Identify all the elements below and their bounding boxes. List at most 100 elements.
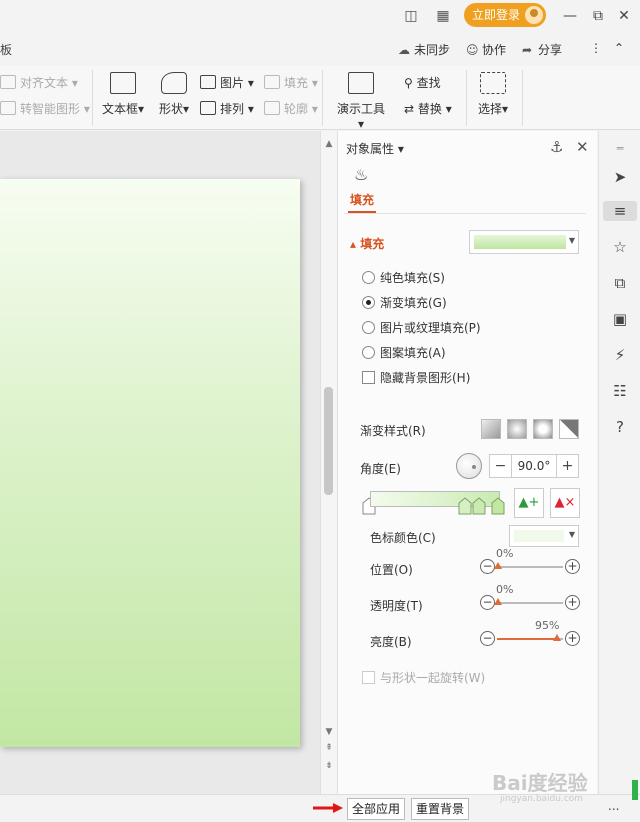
more-vertical-icon[interactable]: ⋮ (590, 41, 602, 55)
position-increase-icon[interactable]: + (565, 559, 580, 574)
apply-all-button[interactable]: 全部应用 (347, 798, 406, 820)
scroll-down-arrow-icon[interactable]: ▼ (323, 727, 335, 737)
vertical-scrollbar[interactable]: ▲ ▼ ⇞ ⇟ (320, 131, 336, 794)
transition-icon[interactable]: ⧉ (610, 273, 630, 293)
select-button[interactable]: 选择▾ (474, 72, 512, 117)
avatar-icon (525, 6, 543, 24)
fill-bucket-icon[interactable]: ♨ (354, 165, 374, 185)
more-icon[interactable]: ... (608, 799, 619, 813)
menu-tab-fragment[interactable]: 板 (0, 41, 12, 58)
panel-title[interactable]: 对象属性 ▾ (346, 140, 404, 157)
lightning-icon[interactable]: ⚡ (610, 345, 630, 365)
shape-button[interactable]: 形状▾ (156, 72, 192, 117)
gradient-style-radial[interactable] (507, 419, 527, 439)
pattern-fill-option[interactable]: 图案填充(A) (362, 344, 446, 361)
angle-value[interactable]: 90.0° (512, 455, 556, 477)
gradient-fill-option[interactable]: 渐变填充(G) (362, 294, 447, 311)
shape-icon (161, 72, 187, 94)
increase-angle-button[interactable]: + (556, 455, 578, 477)
collab-button[interactable]: ☺ 协作 (466, 41, 506, 58)
ribbon: 对齐文本 ▾ 转智能图形 ▾ 文本框▾ 形状▾ 图片 ▾ 排列 ▾ 填充 ▾ 轮… (0, 66, 640, 131)
scrollbar-thumb[interactable] (324, 387, 333, 495)
fill-color-dropdown[interactable]: ▼ (469, 230, 579, 254)
star-animation-icon[interactable]: ☆ (610, 237, 630, 257)
stop-color-dropdown[interactable]: ▼ (509, 525, 579, 547)
menu-row: 板 ☁ 未同步 ☺ 协作 ➦ 分享 ⋮ ⌃ (0, 32, 640, 66)
red-arrow-icon (313, 803, 343, 813)
fill-bucket-icon (264, 75, 280, 89)
slide-page[interactable] (0, 179, 300, 747)
sync-status[interactable]: ☁ 未同步 (398, 41, 450, 58)
tab-fill[interactable]: 填充 (350, 191, 374, 208)
pin-icon[interactable]: ⚓ (550, 138, 563, 156)
sidebar-collapse-icon[interactable]: ═ (610, 139, 630, 159)
rocket-icon[interactable]: ➤ (610, 167, 630, 187)
scroll-up-arrow-icon[interactable]: ▲ (323, 139, 335, 149)
transparency-slider[interactable]: − 0% + (480, 583, 580, 613)
panel-close-icon[interactable]: ✕ (576, 138, 589, 156)
gradient-stop-1[interactable] (458, 497, 472, 515)
close-icon[interactable]: ✕ (614, 6, 634, 26)
minimize-icon[interactable]: — (560, 6, 580, 26)
angle-label: 角度(E) (360, 462, 401, 476)
find-button[interactable]: ⚲ 查找 (404, 74, 441, 91)
picture-fill-option[interactable]: 图片或纹理填充(P) (362, 319, 481, 336)
hide-background-checkbox[interactable] (362, 371, 375, 384)
add-stop-icon[interactable]: ▲+ (514, 488, 544, 518)
restore-icon[interactable]: ⧉ (588, 6, 608, 26)
replace-button[interactable]: ⇄ 替换 ▾ (404, 100, 452, 117)
properties-icon[interactable]: ≡ (603, 201, 637, 221)
smart-shape-button[interactable]: 转智能图形 ▾ (0, 100, 90, 117)
next-page-icon[interactable]: ⇟ (323, 761, 335, 771)
arrange-button[interactable]: 排列 ▾ (200, 100, 254, 117)
reset-background-button[interactable]: 重置背景 (411, 798, 470, 820)
select-icon (480, 72, 506, 94)
remove-stop-icon[interactable]: ▲× (550, 488, 580, 518)
share-button[interactable]: ➦ 分享 (522, 41, 562, 58)
transparency-increase-icon[interactable]: + (565, 595, 580, 610)
hide-background-option[interactable]: 隐藏背景图形(H) (362, 369, 470, 386)
brightness-slider[interactable]: − 95% + (480, 619, 580, 649)
textbox-button[interactable]: 文本框▾ (100, 72, 146, 117)
align-text-button[interactable]: 对齐文本 ▾ (0, 74, 78, 91)
help-icon[interactable]: ? (610, 417, 630, 437)
picture-fill-radio[interactable] (362, 321, 375, 334)
present-tool-icon (348, 72, 374, 94)
prev-page-icon[interactable]: ⇞ (323, 743, 335, 753)
login-button[interactable]: 立即登录 (464, 3, 546, 27)
apps-grid-icon[interactable]: ▦ (432, 7, 454, 25)
brightness-increase-icon[interactable]: + (565, 631, 580, 646)
gradient-stop-2[interactable] (472, 497, 486, 515)
decrease-angle-button[interactable]: − (490, 455, 512, 477)
image-tool-icon[interactable]: ▣ (610, 309, 630, 329)
solid-fill-radio[interactable] (362, 271, 375, 284)
angle-stepper[interactable]: − 90.0° + (489, 454, 579, 478)
gradient-stop-right[interactable] (491, 497, 505, 515)
transparency-decrease-icon[interactable]: − (480, 595, 495, 610)
book-icon[interactable]: ☷ (610, 381, 630, 401)
ribbon-separator (522, 70, 523, 126)
gradient-style-rectangle[interactable] (533, 419, 553, 439)
gradient-fill-radio[interactable] (362, 296, 375, 309)
outline-button[interactable]: 轮廓 ▾ (264, 100, 318, 117)
position-decrease-icon[interactable]: − (480, 559, 495, 574)
rotate-with-shape-checkbox[interactable] (362, 671, 375, 684)
fill-section-title[interactable]: ▴ 填充 (350, 235, 384, 252)
rotate-with-shape-option[interactable]: 与形状一起旋转(W) (362, 669, 485, 686)
fill-button[interactable]: 填充 ▾ (264, 74, 318, 91)
slider-thumb[interactable] (553, 634, 561, 641)
gradient-style-linear[interactable] (481, 419, 501, 439)
gradient-style-path[interactable] (559, 419, 579, 439)
position-slider[interactable]: − 0% + (480, 547, 580, 577)
angle-dial[interactable] (456, 453, 482, 479)
brightness-decrease-icon[interactable]: − (480, 631, 495, 646)
solid-fill-option[interactable]: 纯色填充(S) (362, 269, 445, 286)
slider-thumb[interactable] (494, 562, 502, 569)
picture-button[interactable]: 图片 ▾ (200, 74, 254, 91)
pattern-fill-radio[interactable] (362, 346, 375, 359)
collapse-ribbon-icon[interactable]: ⌃ (614, 41, 624, 55)
arrange-icon (200, 101, 216, 115)
reading-mode-icon[interactable]: ◫ (400, 7, 422, 25)
slider-thumb[interactable] (494, 598, 502, 605)
present-tool-button[interactable]: 演示工具▾ (334, 72, 388, 131)
